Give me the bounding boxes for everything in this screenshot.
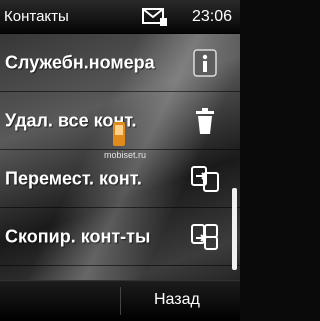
watermark: mobiset.ru — [104, 150, 147, 160]
scrollbar[interactable] — [232, 188, 237, 270]
menu-item-label: Скопир. конт-ты — [5, 226, 151, 247]
info-icon — [193, 49, 217, 77]
page-title: Контакты — [4, 8, 69, 25]
menu-item-label: Служебн.номера — [5, 52, 155, 73]
clock: 23:06 — [192, 8, 233, 25]
softkey-bar: Назад — [0, 280, 240, 321]
move-contacts-icon — [191, 166, 219, 192]
menu-item-copy-contacts[interactable]: Скопир. конт-ты — [0, 208, 240, 266]
back-softkey[interactable]: Назад — [154, 291, 200, 309]
copy-contacts-icon — [191, 224, 218, 250]
envelope-icon — [142, 8, 167, 26]
softkey-divider — [120, 287, 121, 315]
mobiset-logo-icon — [113, 122, 125, 146]
status-bar: Контакты 23:06 — [0, 0, 240, 34]
trash-icon — [196, 108, 214, 134]
menu-item-service-numbers[interactable]: Служебн.номера — [0, 34, 240, 92]
menu-item-label: Перемест. конт. — [5, 168, 142, 189]
